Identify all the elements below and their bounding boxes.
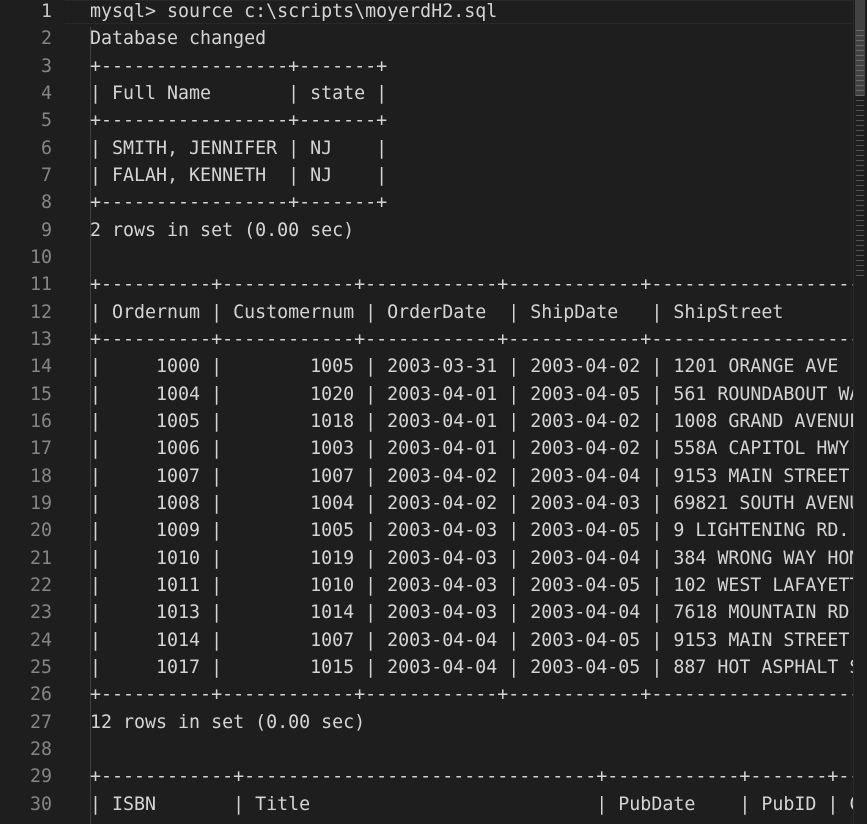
editor-line[interactable]: 25 | 1017 | 1015 | 2003-04-04 | 2003-04-0… bbox=[0, 656, 867, 683]
line-text[interactable]: | FALAH, KENNETH | NJ | bbox=[90, 164, 387, 188]
editor-line[interactable]: 6 | SMITH, JENNIFER | NJ | bbox=[0, 137, 867, 164]
line-text[interactable]: | 1006 | 1003 | 2003-04-01 | 2003-04-02 … bbox=[90, 437, 860, 461]
line-text[interactable]: | ISBN | Title | PubDate | PubID | C bbox=[90, 793, 860, 817]
editor-line[interactable]: 29 +------------+------------------------… bbox=[0, 765, 867, 792]
line-text[interactable]: Database changed bbox=[90, 27, 266, 51]
line-text[interactable]: | SMITH, JENNIFER | NJ | bbox=[90, 137, 387, 161]
line-number: 29 bbox=[29, 766, 52, 788]
line-text[interactable]: +----------+------------+------------+--… bbox=[90, 683, 867, 707]
line-number: 3 bbox=[40, 55, 52, 77]
editor-line[interactable]: 16 | 1005 | 1018 | 2003-04-01 | 2003-04-0… bbox=[0, 410, 867, 437]
line-number: 18 bbox=[29, 465, 52, 487]
editor-line[interactable]: 26 +----------+------------+------------+… bbox=[0, 683, 867, 710]
line-text[interactable]: 12 rows in set (0.00 sec) bbox=[90, 711, 365, 735]
line-number: 19 bbox=[29, 492, 52, 514]
line-text[interactable]: | 1011 | 1010 | 2003-04-03 | 2003-04-05 … bbox=[90, 574, 860, 598]
editor-line[interactable]: 28 bbox=[0, 738, 867, 765]
line-number: 15 bbox=[29, 383, 52, 405]
line-text[interactable]: +----------+------------+------------+--… bbox=[90, 273, 867, 297]
line-number: 4 bbox=[40, 82, 52, 104]
line-number: 9 bbox=[40, 219, 52, 241]
line-number: 28 bbox=[29, 738, 52, 760]
line-number: 1 bbox=[40, 1, 52, 22]
line-text[interactable]: | 1009 | 1005 | 2003-04-03 | 2003-04-05 … bbox=[90, 519, 849, 543]
line-number: 11 bbox=[29, 274, 52, 296]
editor-line[interactable]: 13 +----------+------------+------------+… bbox=[0, 328, 867, 355]
editor-line[interactable]: 18 | 1007 | 1007 | 2003-04-02 | 2003-04-0… bbox=[0, 465, 867, 492]
editor-line[interactable]: 21 | 1010 | 1019 | 2003-04-03 | 2003-04-0… bbox=[0, 547, 867, 574]
editor-line[interactable]: 15 | 1004 | 1020 | 2003-04-01 | 2003-04-0… bbox=[0, 383, 867, 410]
line-number: 13 bbox=[29, 328, 52, 350]
line-number: 22 bbox=[29, 574, 52, 596]
line-number: 27 bbox=[29, 711, 52, 733]
line-number: 26 bbox=[29, 684, 52, 706]
editor-line[interactable]: 27 12 rows in set (0.00 sec) bbox=[0, 711, 867, 738]
line-number: 2 bbox=[40, 28, 52, 50]
line-number: 30 bbox=[29, 793, 52, 815]
line-text[interactable]: +-----------------+-------+ bbox=[90, 55, 387, 79]
editor-line[interactable]: 24 | 1014 | 1007 | 2003-04-04 | 2003-04-0… bbox=[0, 629, 867, 656]
line-text[interactable]: +-----------------+-------+ bbox=[90, 191, 387, 215]
line-number: 17 bbox=[29, 438, 52, 460]
line-text[interactable]: | 1010 | 1019 | 2003-04-03 | 2003-04-04 … bbox=[90, 547, 860, 571]
editor-line[interactable]: 8 +-----------------+-------+ bbox=[0, 191, 867, 218]
editor-lines: 1 mysql> source c:\scripts\moyerdH2.sql 2 D… bbox=[0, 0, 867, 820]
line-number: 5 bbox=[40, 110, 52, 132]
line-text[interactable]: +------------+--------------------------… bbox=[90, 765, 860, 789]
editor-line[interactable]: 17 | 1006 | 1003 | 2003-04-01 | 2003-04-0… bbox=[0, 437, 867, 464]
line-number: 8 bbox=[40, 192, 52, 214]
editor-line[interactable]: 30 | ISBN | Title | PubDate | PubID | C bbox=[0, 793, 867, 820]
editor-line[interactable]: 19 | 1008 | 1004 | 2003-04-02 | 2003-04-0… bbox=[0, 492, 867, 519]
editor-line[interactable]: 1 mysql> source c:\scripts\moyerdH2.sql bbox=[0, 0, 867, 28]
editor-line[interactable]: 3 +-----------------+-------+ bbox=[0, 55, 867, 82]
editor-line[interactable]: 22 | 1011 | 1010 | 2003-04-03 | 2003-04-0… bbox=[0, 574, 867, 601]
line-text[interactable]: | 1000 | 1005 | 2003-03-31 | 2003-04-02 … bbox=[90, 355, 838, 379]
line-text[interactable]: | 1008 | 1004 | 2003-04-02 | 2003-04-03 … bbox=[90, 492, 860, 516]
editor-line[interactable]: 9 2 rows in set (0.00 sec) bbox=[0, 219, 867, 246]
line-text[interactable]: | 1005 | 1018 | 2003-04-01 | 2003-04-02 … bbox=[90, 410, 860, 434]
line-text[interactable]: +-----------------+-------+ bbox=[90, 109, 387, 133]
editor-line[interactable]: 7 | FALAH, KENNETH | NJ | bbox=[0, 164, 867, 191]
editor-line[interactable]: 23 | 1013 | 1014 | 2003-04-03 | 2003-04-0… bbox=[0, 601, 867, 628]
editor-line[interactable]: 14 | 1000 | 1005 | 2003-03-31 | 2003-04-0… bbox=[0, 355, 867, 382]
code-editor[interactable]: 1 mysql> source c:\scripts\moyerdH2.sql 2 D… bbox=[0, 0, 867, 824]
editor-line[interactable]: 5 +-----------------+-------+ bbox=[0, 109, 867, 136]
line-text[interactable]: | Full Name | state | bbox=[90, 82, 387, 106]
editor-line[interactable]: 4 | Full Name | state | bbox=[0, 82, 867, 109]
line-number: 24 bbox=[29, 629, 52, 651]
line-text[interactable]: | Ordernum | Customernum | OrderDate | S… bbox=[90, 301, 783, 325]
overview-ruler bbox=[856, 30, 864, 280]
line-number: 10 bbox=[29, 246, 52, 268]
line-number: 7 bbox=[40, 164, 52, 186]
line-number: 16 bbox=[29, 410, 52, 432]
line-number: 25 bbox=[29, 656, 52, 678]
editor-line[interactable]: 10 bbox=[0, 246, 867, 273]
line-number: 21 bbox=[29, 547, 52, 569]
editor-line[interactable]: 20 | 1009 | 1005 | 2003-04-03 | 2003-04-0… bbox=[0, 519, 867, 546]
line-text[interactable]: 2 rows in set (0.00 sec) bbox=[90, 219, 354, 243]
editor-line[interactable]: 11 +----------+------------+------------+… bbox=[0, 273, 867, 300]
line-number: 14 bbox=[29, 356, 52, 378]
line-text[interactable]: | 1007 | 1007 | 2003-04-02 | 2003-04-04 … bbox=[90, 465, 849, 489]
line-text[interactable]: | 1017 | 1015 | 2003-04-04 | 2003-04-05 … bbox=[90, 656, 860, 680]
line-text[interactable]: mysql> source c:\scripts\moyerdH2.sql bbox=[90, 0, 497, 24]
vertical-scrollbar[interactable] bbox=[853, 0, 867, 824]
line-text[interactable]: | 1014 | 1007 | 2003-04-04 | 2003-04-05 … bbox=[90, 629, 849, 653]
editor-line[interactable]: 12 | Ordernum | Customernum | OrderDate |… bbox=[0, 301, 867, 328]
line-text[interactable]: +----------+------------+------------+--… bbox=[90, 328, 867, 352]
line-number: 23 bbox=[29, 602, 52, 624]
line-number: 6 bbox=[40, 137, 52, 159]
line-number: 12 bbox=[29, 301, 52, 323]
line-number: 20 bbox=[29, 520, 52, 542]
line-text[interactable]: | 1013 | 1014 | 2003-04-03 | 2003-04-04 … bbox=[90, 601, 860, 625]
editor-line[interactable]: 2 Database changed bbox=[0, 27, 867, 54]
line-text[interactable]: | 1004 | 1020 | 2003-04-01 | 2003-04-05 … bbox=[90, 383, 860, 407]
